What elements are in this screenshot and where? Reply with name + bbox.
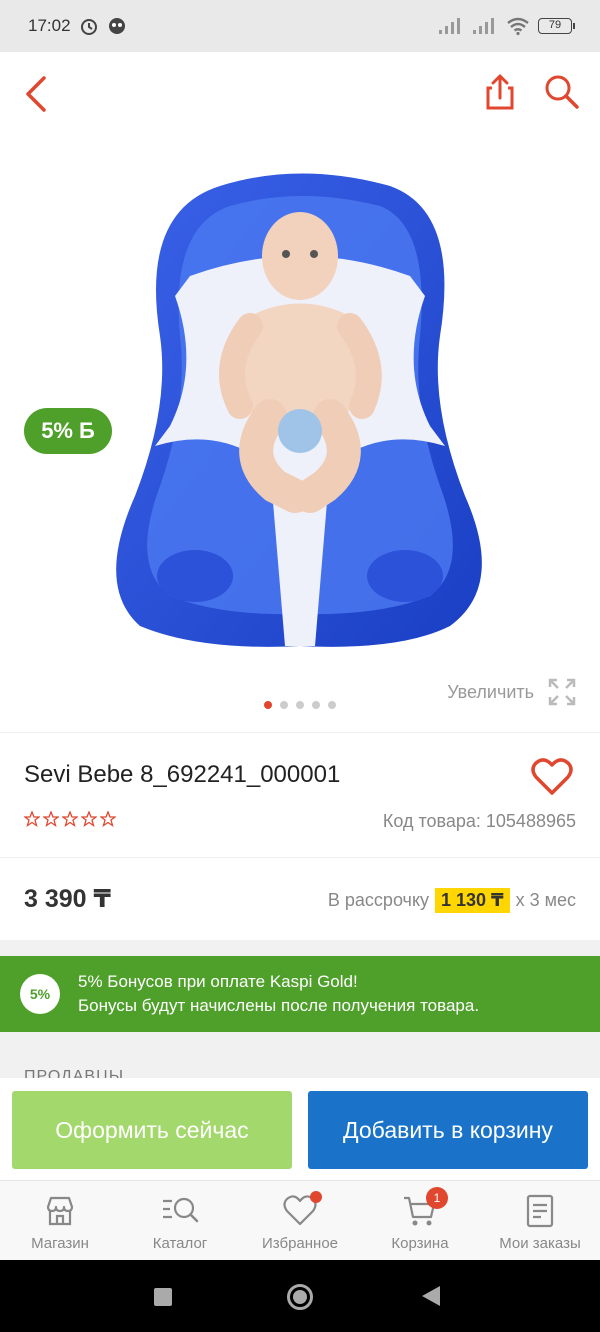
product-title: Sevi Bebe 8_692241_000001 xyxy=(24,761,341,788)
pagination-dot[interactable] xyxy=(280,701,288,709)
rating-stars[interactable] xyxy=(24,811,116,827)
pagination-dot[interactable] xyxy=(312,701,320,709)
battery-indicator: 79 xyxy=(538,18,575,34)
tab-orders[interactable]: Мои заказы xyxy=(480,1181,600,1260)
store-icon xyxy=(46,1196,74,1226)
installment-prefix: В рассрочку xyxy=(327,890,430,910)
star-icon xyxy=(62,811,78,827)
promo-line-1: 5% Бонусов при оплате Kaspi Gold! xyxy=(78,972,358,991)
chevron-left-icon[interactable] xyxy=(18,72,58,116)
status-bar: 17:02 79 xyxy=(0,0,600,52)
promo-line-2: Бонусы будут начислены после получения т… xyxy=(78,996,480,1015)
signal-icon xyxy=(439,18,460,34)
product-gallery[interactable]: 5% Б Увеличить xyxy=(0,136,600,732)
android-nav-bar xyxy=(0,1260,600,1332)
share-icon[interactable] xyxy=(480,70,520,114)
back-button[interactable] xyxy=(422,1286,440,1306)
tab-catalog-label: Каталог xyxy=(152,1235,208,1252)
home-button[interactable] xyxy=(287,1284,313,1310)
section-divider xyxy=(0,940,600,956)
pagination-dot[interactable] xyxy=(296,701,304,709)
tab-favorites-label: Избранное xyxy=(261,1235,339,1252)
product-price: 3 390 ₸ xyxy=(24,885,111,913)
action-bar: Оформить сейчас Добавить в корзину xyxy=(0,1078,600,1180)
product-image[interactable] xyxy=(100,166,500,656)
price-section: 3 390 ₸ В рассрочку 1 130 ₸ x 3 мес xyxy=(0,858,600,940)
buy-now-button[interactable]: Оформить сейчас xyxy=(12,1091,292,1169)
product-info: Sevi Bebe 8_692241_000001 Код товара: 10… xyxy=(0,732,600,858)
star-icon xyxy=(81,811,97,827)
top-navigation xyxy=(0,52,600,136)
expand-icon xyxy=(548,678,576,706)
bonus-badge: 5% Б xyxy=(24,408,112,454)
pagination-dot[interactable] xyxy=(328,701,336,709)
tab-shop-label: Магазин xyxy=(31,1235,89,1252)
orders-document-icon xyxy=(526,1194,554,1228)
app-notification-icon xyxy=(108,18,125,34)
star-icon xyxy=(24,811,40,827)
zoom-button[interactable]: Увеличить xyxy=(447,676,578,708)
tab-shop[interactable]: Магазин xyxy=(0,1181,120,1260)
heart-icon[interactable] xyxy=(530,757,574,797)
installment-info[interactable]: В рассрочку 1 130 ₸ x 3 мес xyxy=(328,888,576,913)
bottom-tab-bar: Магазин Каталог Избранное 1 Корзина Мои … xyxy=(0,1180,600,1260)
pagination-dot[interactable] xyxy=(264,701,272,709)
signal-icon-2 xyxy=(473,18,494,34)
recents-button[interactable] xyxy=(154,1288,172,1306)
kaspi-gold-promo[interactable]: 5% 5% Бонусов при оплате Kaspi Gold! Бон… xyxy=(0,956,600,1032)
add-to-cart-button[interactable]: Добавить в корзину xyxy=(308,1091,588,1169)
status-time: 17:02 xyxy=(28,16,71,35)
cart-count-badge: 1 xyxy=(426,1187,448,1209)
bonus-badge-symbol: Б xyxy=(78,418,95,443)
tab-favorites[interactable]: Избранное xyxy=(240,1181,360,1260)
star-icon xyxy=(43,811,59,827)
zoom-label: Увеличить xyxy=(447,681,534,702)
tab-cart-label: Корзина xyxy=(391,1235,449,1252)
tab-catalog[interactable]: Каталог xyxy=(120,1181,240,1260)
alarm-icon xyxy=(80,19,97,35)
search-icon[interactable] xyxy=(540,70,584,114)
tab-cart[interactable]: 1 Корзина xyxy=(360,1181,480,1260)
wifi-icon xyxy=(507,17,529,36)
tab-orders-label: Мои заказы xyxy=(499,1235,581,1252)
catalog-search-icon xyxy=(163,1197,199,1223)
favorites-indicator-dot xyxy=(310,1191,322,1203)
product-code: Код товара: 105488965 xyxy=(382,811,576,831)
installment-amount: 1 130 ₸ xyxy=(435,888,510,913)
gallery-pagination xyxy=(264,701,336,709)
promo-percent-badge: 5% xyxy=(20,974,60,1014)
installment-suffix: x 3 мес xyxy=(515,890,576,910)
star-icon xyxy=(100,811,116,827)
bonus-badge-percent: 5% xyxy=(41,418,73,443)
